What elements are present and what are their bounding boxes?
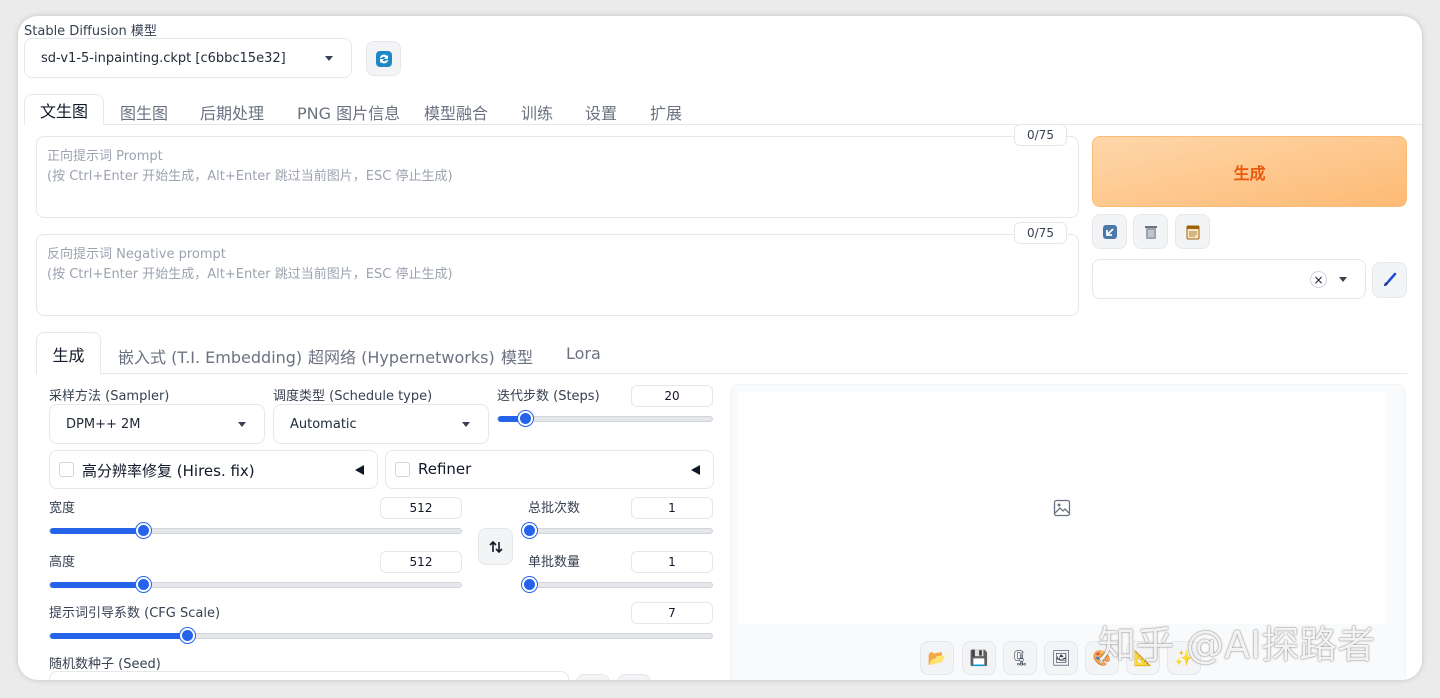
width-input[interactable]: 512 [380,497,462,519]
model-label: Stable Diffusion 模型 [24,24,157,39]
schedule-type-label: 调度类型 (Schedule type) [273,389,433,404]
model-selected-value: sd-v1-5-inpainting.ckpt [c6bbc15e32] [41,50,286,66]
styles-dropdown[interactable]: × [1092,259,1366,299]
batch-count-label: 总批次数 [528,501,581,516]
seed-label: 随机数种子 (Seed) [49,657,161,672]
height-input[interactable]: 512 [380,551,462,573]
subtab-hypernetworks[interactable]: 超网络 (Hypernetworks) [308,344,495,368]
width-label: 宽度 [49,501,76,516]
generate-button[interactable]: 生成 [1092,136,1407,207]
prompt-placeholder-line2: (按 Ctrl+Enter 开始生成，Alt+Enter 跳过当前图片，ESC … [47,169,453,184]
save-icon[interactable]: 💾 [962,641,996,675]
arrow-down-left-icon [1102,224,1117,239]
schedule-type-value: Automatic [290,416,357,432]
reuse-seed-button[interactable] [617,674,651,680]
height-slider-thumb[interactable] [135,577,151,592]
width-slider-fill [50,528,143,534]
tab-txt2img[interactable]: 文生图 [24,94,104,125]
height-slider[interactable] [49,577,462,592]
random-seed-button[interactable] [576,674,610,680]
chevron-down-icon [462,422,470,427]
batch-size-label: 单批数量 [528,555,581,570]
batch-size-input[interactable]: 1 [631,551,713,573]
cfg-scale-slider[interactable] [49,628,713,643]
batch-count-slider[interactable] [522,523,713,538]
tab-settings[interactable]: 设置 [585,100,617,124]
sampler-dropdown[interactable]: DPM++ 2M [49,404,265,444]
cfg-scale-input[interactable]: 7 [631,602,713,624]
subtab-divider [36,373,1407,374]
prompt-token-counter: 0/75 [1014,124,1067,146]
trash-icon [1144,225,1157,239]
swap-dimensions-button[interactable] [478,528,513,565]
tab-extensions[interactable]: 扩展 [650,100,682,124]
cfg-scale-label: 提示词引导系数 (CFG Scale) [49,606,221,621]
negative-prompt-textarea[interactable]: 反向提示词 Negative prompt (按 Ctrl+Enter 开始生成… [36,234,1079,316]
chevron-down-icon [238,422,246,427]
send-to-img2img-icon[interactable]: 🖼 [1044,641,1078,675]
refresh-icon [375,50,392,67]
chevron-down-icon [325,56,333,61]
tab-png-info[interactable]: PNG 图片信息 [297,100,400,124]
webui-window: Stable Diffusion 模型 sd-v1-5-inpainting.c… [18,16,1422,680]
tab-extras[interactable]: 后期处理 [200,100,264,124]
paintbrush-icon [1383,272,1396,286]
swap-arrows-icon [488,540,503,553]
seed-input[interactable] [49,671,569,680]
cfg-scale-slider-fill [50,633,187,639]
tab-checkpoint-merger[interactable]: 模型融合 [424,100,488,124]
batch-count-slider-thumb[interactable] [522,523,537,538]
tab-img2img[interactable]: 图生图 [120,100,168,124]
schedule-type-dropdown[interactable]: Automatic [273,404,489,444]
hires-fix-accordion[interactable]: 高分辨率修复 (Hires. fix) [49,450,378,489]
steps-slider[interactable] [497,411,713,426]
sampler-value: DPM++ 2M [66,416,141,432]
batch-size-slider-thumb[interactable] [522,577,537,592]
negative-token-counter: 0/75 [1014,222,1067,244]
clear-styles-icon[interactable]: × [1310,271,1327,288]
width-slider-thumb[interactable] [135,523,151,538]
model-dropdown[interactable]: sd-v1-5-inpainting.ckpt [c6bbc15e32] [24,38,352,78]
subtab-textual-inversion[interactable]: 嵌入式 (T.I. Embedding) [118,344,302,368]
chevron-down-icon [1339,277,1347,282]
clipboard-icon [1186,225,1199,239]
negative-prompt-placeholder-line2: (按 Ctrl+Enter 开始生成，Alt+Enter 跳过当前图片，ESC … [47,267,453,282]
prompt-placeholder-line1: 正向提示词 Prompt [47,149,163,164]
subtab-generation[interactable]: 生成 [36,332,101,374]
subtab-lora[interactable]: Lora [566,344,601,363]
zip-icon[interactable]: 🗜 [1003,641,1037,675]
refiner-label: Refiner [418,460,472,478]
refresh-models-button[interactable] [366,41,401,76]
hires-fix-checkbox[interactable] [59,462,74,477]
tab-divider [24,124,1422,125]
refiner-checkbox[interactable] [395,462,410,477]
steps-label: 迭代步数 (Steps) [497,389,600,404]
collapse-arrow-icon[interactable] [355,465,364,475]
apply-style-button[interactable] [1372,262,1407,298]
batch-size-slider[interactable] [522,577,713,592]
prompt-textarea[interactable]: 正向提示词 Prompt (按 Ctrl+Enter 开始生成，Alt+Ente… [36,136,1079,218]
styles-edit-button[interactable] [1175,214,1210,249]
image-placeholder-icon [1053,499,1071,521]
width-slider[interactable] [49,523,462,538]
batch-count-input[interactable]: 1 [631,497,713,519]
collapse-arrow-icon[interactable] [691,465,700,475]
subtab-checkpoints[interactable]: 模型 [501,344,533,368]
steps-input[interactable]: 20 [631,385,713,407]
steps-slider-thumb[interactable] [518,411,534,426]
negative-prompt-placeholder-line1: 反向提示词 Negative prompt [47,247,226,262]
folder-icon[interactable]: 📂 [920,641,954,675]
refiner-accordion[interactable]: Refiner [385,450,714,489]
height-label: 高度 [49,555,76,570]
watermark: 知乎 @AI探路者 [1098,623,1376,667]
hires-fix-label: 高分辨率修复 (Hires. fix) [82,462,255,480]
height-slider-fill [50,582,143,588]
paste-prompt-button[interactable] [1092,214,1127,249]
clear-prompt-button[interactable] [1133,214,1168,249]
tab-train[interactable]: 训练 [521,100,553,124]
cfg-scale-slider-thumb[interactable] [179,628,195,643]
sampler-label: 采样方法 (Sampler) [49,389,170,404]
